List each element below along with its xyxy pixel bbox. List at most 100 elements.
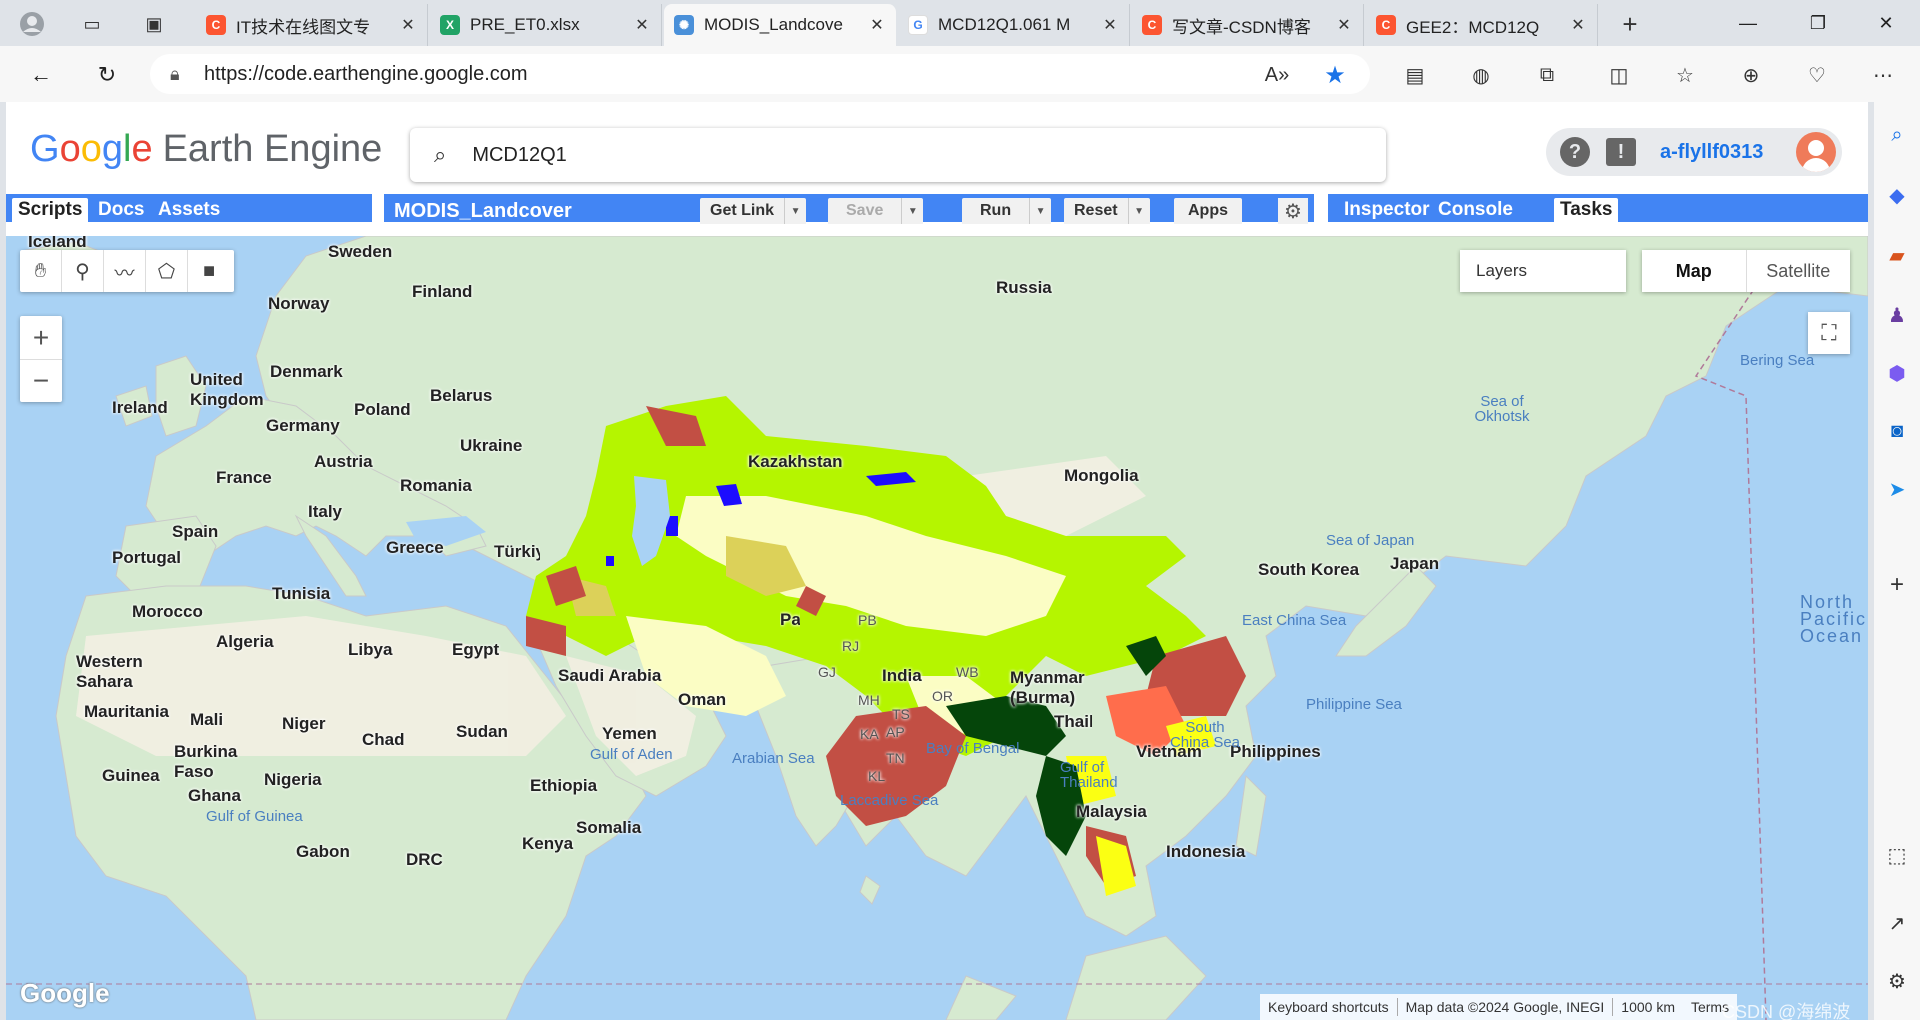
search-icon[interactable]: ⌕ [1884, 122, 1910, 148]
chevron-down-icon[interactable]: ▼ [1127, 198, 1150, 224]
scale-text[interactable]: 1000 km [1613, 999, 1683, 1015]
chevron-down-icon[interactable]: ▼ [784, 198, 806, 224]
page-icon[interactable]: ▤ [1400, 60, 1430, 90]
open-external-icon[interactable]: ↗ [1884, 910, 1910, 936]
tab-inspector[interactable]: Inspector [1338, 198, 1436, 222]
screenshot-icon[interactable]: ⬚ [1884, 842, 1910, 868]
logo-letter: g [101, 128, 123, 170]
url-field[interactable]: 🔒︎ https://code.earthengine.google.com [150, 54, 1370, 94]
more-menu-icon[interactable]: ⋯ [1868, 60, 1898, 90]
layers-button[interactable]: Layers [1460, 250, 1626, 292]
tab-assets[interactable]: Assets [152, 198, 226, 222]
map-label-sea: Gulf of Thailand [1060, 759, 1118, 791]
help-icon[interactable]: ? [1560, 137, 1590, 167]
rectangle-tool-icon[interactable]: ■ [188, 250, 230, 292]
search-input[interactable]: ⌕ MCD12Q1 [410, 128, 1386, 182]
collections-icon[interactable]: ⊕ [1736, 60, 1766, 90]
map-label-country: Ukraine [460, 436, 523, 455]
close-tab-icon[interactable]: ✕ [1101, 15, 1119, 35]
games-icon[interactable]: ♟ [1884, 302, 1910, 328]
browser-tab[interactable]: G MCD12Q1.061 M ✕ [898, 4, 1130, 46]
close-tab-icon[interactable]: ✕ [1569, 15, 1587, 35]
split-screen-icon[interactable]: ◫ [1604, 60, 1634, 90]
reset-button[interactable]: Reset ▼ [1064, 198, 1150, 224]
back-icon[interactable]: ← [24, 58, 58, 92]
favorites-icon[interactable]: ☆ [1670, 60, 1700, 90]
map-type-map[interactable]: Map [1642, 250, 1747, 292]
marker-pin-icon[interactable]: ⚲ [62, 250, 104, 292]
pan-hand-icon[interactable]: ✋︎ [20, 250, 62, 292]
get-link-button[interactable]: Get Link ▼ [700, 198, 807, 224]
save-button[interactable]: Save ▼ [828, 198, 924, 224]
favorite-star-icon[interactable]: ★ [1320, 60, 1350, 90]
new-tab-button[interactable]: + [1614, 8, 1646, 40]
browser-tab[interactable]: C 写文章-CSDN博客 ✕ [1132, 4, 1364, 46]
close-tab-icon[interactable]: ✕ [399, 15, 417, 35]
map-label-country: DRC [406, 850, 443, 869]
map-label-country: Morocco [132, 602, 203, 621]
close-tab-icon[interactable]: ✕ [1335, 15, 1353, 35]
close-window-icon[interactable]: ✕ [1866, 8, 1906, 38]
browser-tab[interactable]: C IT技术在线图文专 ✕ [196, 4, 428, 46]
read-aloud-icon[interactable]: A» [1262, 60, 1292, 90]
browser-tab[interactable]: C GEE2：MCD12Q ✕ [1366, 4, 1598, 46]
extension-icon[interactable]: ◍ [1466, 60, 1496, 90]
restore-icon[interactable]: ❐ [1798, 8, 1838, 38]
close-tab-icon[interactable]: ✕ [868, 15, 886, 35]
line-tool-icon[interactable]: 〰 [104, 250, 146, 292]
map-label-country: Kazakhstan [748, 452, 843, 471]
toolbox-icon[interactable]: ▰ [1884, 242, 1910, 268]
map-label-country: Austria [314, 452, 373, 471]
map-label-country: Kenya [522, 834, 574, 853]
csdn-icon: C [1142, 15, 1162, 35]
keyboard-shortcuts-link[interactable]: Keyboard shortcuts [1260, 999, 1397, 1015]
outlook-icon[interactable]: ◙ [1884, 418, 1910, 444]
close-tab-icon[interactable]: ✕ [633, 15, 651, 35]
profile-icon[interactable] [16, 8, 48, 40]
minimize-icon[interactable]: — [1728, 8, 1768, 38]
apps-button[interactable]: Apps [1174, 198, 1242, 224]
zoom-out-button[interactable]: − [20, 359, 62, 402]
tab-scripts[interactable]: Scripts [12, 198, 89, 222]
tab-console[interactable]: Console [1432, 198, 1519, 222]
polygon-tool-icon[interactable]: ⬠ [146, 250, 188, 292]
run-button[interactable]: Run ▼ [962, 198, 1052, 224]
zoom-in-button[interactable]: + [20, 316, 62, 359]
tab-actions-icon[interactable]: ▣ [138, 8, 170, 40]
user-name[interactable]: a-flyllf0313 [1660, 141, 1763, 164]
map-label-country: Pakistan [780, 610, 800, 629]
browser-essentials-icon[interactable]: ♡ [1802, 60, 1832, 90]
map-label-country: Spain [172, 522, 219, 541]
tag-icon[interactable]: ◆ [1884, 182, 1910, 208]
reload-icon[interactable]: ↻ [90, 58, 124, 92]
map-label-country: Mauritania [84, 702, 170, 721]
settings-icon[interactable]: ⚙ [1884, 968, 1910, 994]
map-label-country: Belarus [430, 386, 493, 405]
chevron-down-icon[interactable]: ▼ [901, 198, 923, 224]
add-icon[interactable]: + [1884, 571, 1910, 598]
extensions-puzzle-icon[interactable]: ⧉ [1532, 60, 1562, 90]
map-label-country: Norway [268, 294, 330, 313]
logo-letter: o [80, 128, 102, 170]
workspaces-icon[interactable]: ▭ [76, 8, 108, 40]
map-label-sea: South China Sea [1169, 719, 1241, 751]
map-type-satellite[interactable]: Satellite [1747, 250, 1851, 292]
copilot-icon[interactable]: ⬢ [1884, 360, 1910, 386]
chevron-down-icon[interactable]: ▼ [1029, 198, 1051, 224]
browser-tab[interactable]: X PRE_ET0.xlsx ✕ [430, 4, 662, 46]
avatar[interactable] [1796, 132, 1836, 172]
earth-engine-logo[interactable]: Google Earth Engine [30, 128, 382, 171]
map-label-sea: Sea of Japan [1326, 532, 1415, 549]
feedback-icon[interactable]: ! [1606, 138, 1636, 166]
gear-icon[interactable]: ⚙ [1278, 198, 1308, 224]
tab-docs[interactable]: Docs [92, 198, 150, 222]
map-label-country: Myanmar (Burma) [1010, 668, 1085, 707]
map-label-sea: Bay of Bengal [926, 740, 1020, 757]
send-icon[interactable]: ➤ [1884, 476, 1910, 502]
map-canvas[interactable]: Iceland Sweden Finland Norway Russia Uni… [6, 236, 1868, 1020]
tab-tasks[interactable]: Tasks [1554, 198, 1619, 222]
browser-tab-active[interactable]: ✺ MODIS_Landcove ✕ [664, 4, 896, 46]
left-panel-tabs: Scripts Docs Assets [6, 194, 372, 222]
fullscreen-icon[interactable]: ⛶ [1808, 312, 1850, 354]
logo-product-name: Earth Engine [162, 128, 383, 170]
